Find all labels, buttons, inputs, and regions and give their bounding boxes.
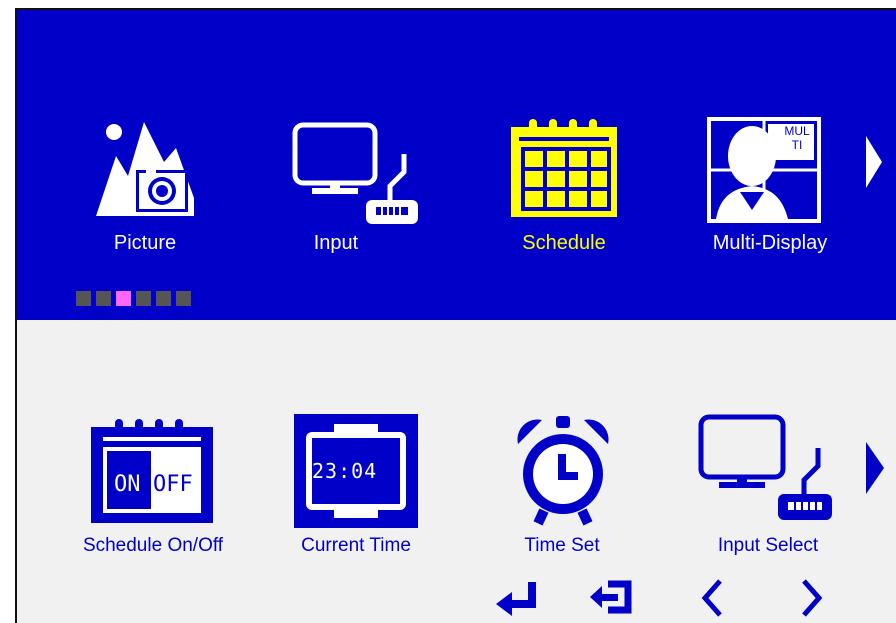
on-text: ON	[114, 472, 141, 497]
multi-badge: MUL TI	[784, 124, 810, 152]
submenu-label-time-set: Time Set	[524, 535, 600, 556]
input-select-icon	[698, 414, 832, 520]
off-text: OFF	[153, 472, 193, 497]
clock-display: 23:04	[312, 459, 378, 483]
picture-icon	[96, 122, 194, 216]
page-dot[interactable]	[176, 291, 191, 306]
exit-icon[interactable]	[588, 578, 636, 616]
chevron-right-icon[interactable]	[864, 134, 884, 190]
schedule-onoff-icon	[91, 419, 213, 523]
page-dot[interactable]	[136, 291, 151, 306]
page-dot-active[interactable]	[116, 291, 131, 306]
menu-label-input: Input	[313, 232, 359, 254]
page-indicator	[76, 291, 191, 306]
alarm-clock-icon	[517, 416, 609, 526]
page-dot[interactable]	[96, 291, 111, 306]
schedule-icon	[511, 119, 617, 217]
chevron-right-icon[interactable]	[864, 440, 886, 496]
page-dot[interactable]	[76, 291, 91, 306]
left-icon[interactable]	[700, 578, 724, 618]
page-dot[interactable]	[156, 291, 171, 306]
enter-icon[interactable]	[494, 580, 540, 616]
right-icon[interactable]	[800, 578, 824, 618]
submenu-label-schedule-onoff: Schedule On/Off	[82, 535, 224, 556]
window-frame	[15, 8, 896, 623]
menu-label-picture: Picture	[113, 232, 177, 254]
menu-label-multi-display: Multi-Display	[712, 232, 828, 254]
submenu-label-current-time: Current Time	[301, 535, 411, 556]
input-icon	[292, 122, 418, 224]
submenu-label-input-select: Input Select	[717, 535, 819, 556]
menu-label-schedule: Schedule	[522, 232, 606, 254]
